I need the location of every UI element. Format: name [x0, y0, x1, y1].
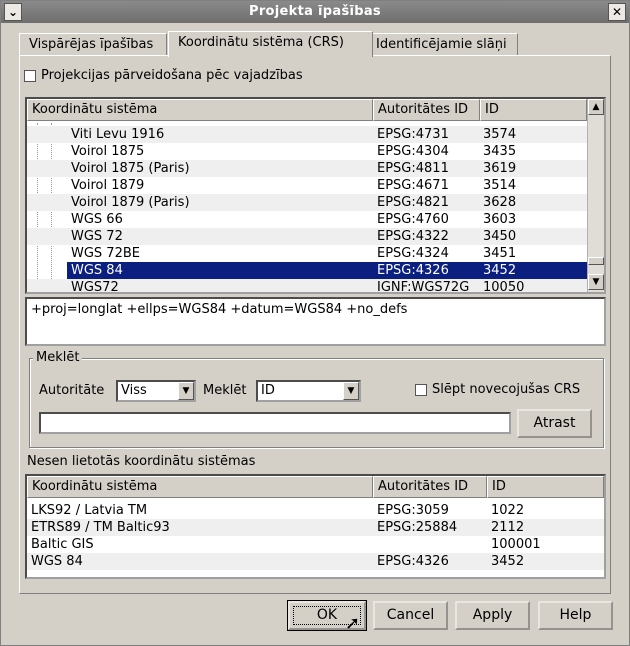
- authority-select[interactable]: Viss ▼: [116, 380, 196, 402]
- proj-string-display[interactable]: +proj=longlat +ellps=WGS84 +datum=WGS84 …: [25, 297, 606, 346]
- scroll-down-icon[interactable]: ▼: [588, 274, 604, 290]
- scroll-up-icon[interactable]: ▲: [588, 99, 604, 115]
- column-header-crs[interactable]: Koordinātu sistēma: [27, 99, 373, 121]
- list-item[interactable]: Voirol 1879 (Paris) EPSG:4821 3628: [27, 194, 587, 211]
- column-header-crs[interactable]: Koordinātu sistēma: [27, 476, 373, 498]
- list-item[interactable]: LKS92 / Latvia TM EPSG:3059 1022: [27, 502, 604, 519]
- crs-list-scrollbar[interactable]: ▲ ▼: [587, 99, 604, 292]
- project-properties-window: ⌄ Projekta īpašības ✕ Vispārējas īpašība…: [0, 0, 630, 646]
- search-input[interactable]: [39, 412, 511, 434]
- recent-crs-list[interactable]: Koordinātu sistēma Autoritātes ID ID LKS…: [25, 474, 606, 579]
- close-icon[interactable]: ✕: [608, 3, 626, 21]
- list-item[interactable]: WGS 66 EPSG:4760 3603: [27, 211, 587, 228]
- search-group-label: Meklēt: [33, 350, 83, 365]
- chevron-down-icon[interactable]: ▼: [343, 382, 359, 400]
- mouse-cursor-icon: ➚: [345, 613, 361, 634]
- search-by-select[interactable]: ID ▼: [256, 380, 361, 402]
- proj-string: +proj=longlat +ellps=WGS84 +datum=WGS84 …: [31, 302, 408, 317]
- title-bar[interactable]: ⌄ Projekta īpašības ✕: [1, 1, 629, 23]
- chevron-down-icon[interactable]: ▼: [178, 382, 194, 400]
- list-item[interactable]: WGS 72BE EPSG:4324 3451: [27, 245, 587, 262]
- list-item[interactable]: WGS 72 EPSG:4322 3450: [27, 228, 587, 245]
- list-item[interactable]: Viti Levu 1916 EPSG:4731 3574: [27, 126, 587, 143]
- hide-deprecated-label: Slēpt novecojušas CRS: [432, 382, 581, 397]
- otf-checkbox[interactable]: [24, 70, 36, 82]
- recent-crs-label: Nesen lietotās koordinātu sistēmas: [27, 454, 256, 469]
- find-button[interactable]: Atrast: [517, 409, 592, 438]
- list-item[interactable]: Baltic GIS 100001: [27, 536, 604, 553]
- hide-deprecated-checkbox[interactable]: [415, 384, 427, 396]
- help-button[interactable]: Help: [538, 601, 613, 630]
- list-item[interactable]: Voirol 1875 EPSG:4304 3435: [27, 143, 587, 160]
- search-by-label: Meklēt: [203, 383, 247, 398]
- window-title: Projekta īpašības: [249, 4, 381, 19]
- tab-crs[interactable]: Koordinātu sistēma (CRS): [168, 31, 373, 57]
- authority-label: Autoritāte: [39, 383, 105, 398]
- tab-general[interactable]: Vispārējas īpašības: [19, 33, 167, 56]
- otf-label: Projekcijas pārveidošana pēc vajadzības: [41, 68, 303, 83]
- column-header-id[interactable]: ID: [480, 99, 587, 121]
- list-item[interactable]: WGS72 IGNF:WGS72G 10050: [27, 279, 587, 292]
- column-header-authority-id[interactable]: Autoritātes ID: [373, 476, 487, 498]
- column-header-authority-id[interactable]: Autoritātes ID: [373, 99, 480, 121]
- column-header-id[interactable]: ID: [487, 476, 604, 498]
- crs-list[interactable]: Koordinātu sistēma Autoritātes ID ID Vit…: [25, 97, 606, 294]
- list-item[interactable]: Voirol 1875 (Paris) EPSG:4811 3619: [27, 160, 587, 177]
- list-item[interactable]: Voirol 1879 EPSG:4671 3514: [27, 177, 587, 194]
- scrollbar-thumb[interactable]: [588, 257, 604, 265]
- list-item[interactable]: ETRS89 / TM Baltic93 EPSG:25884 2112: [27, 519, 604, 536]
- list-item-selected[interactable]: WGS 84 EPSG:4326 3452: [67, 262, 587, 279]
- list-item[interactable]: WGS 84 EPSG:4326 3452: [27, 553, 604, 570]
- cancel-button[interactable]: Cancel: [373, 601, 448, 630]
- tab-identifiable-layers[interactable]: Identificējamie slāņi: [366, 33, 518, 56]
- apply-button[interactable]: Apply: [455, 601, 530, 630]
